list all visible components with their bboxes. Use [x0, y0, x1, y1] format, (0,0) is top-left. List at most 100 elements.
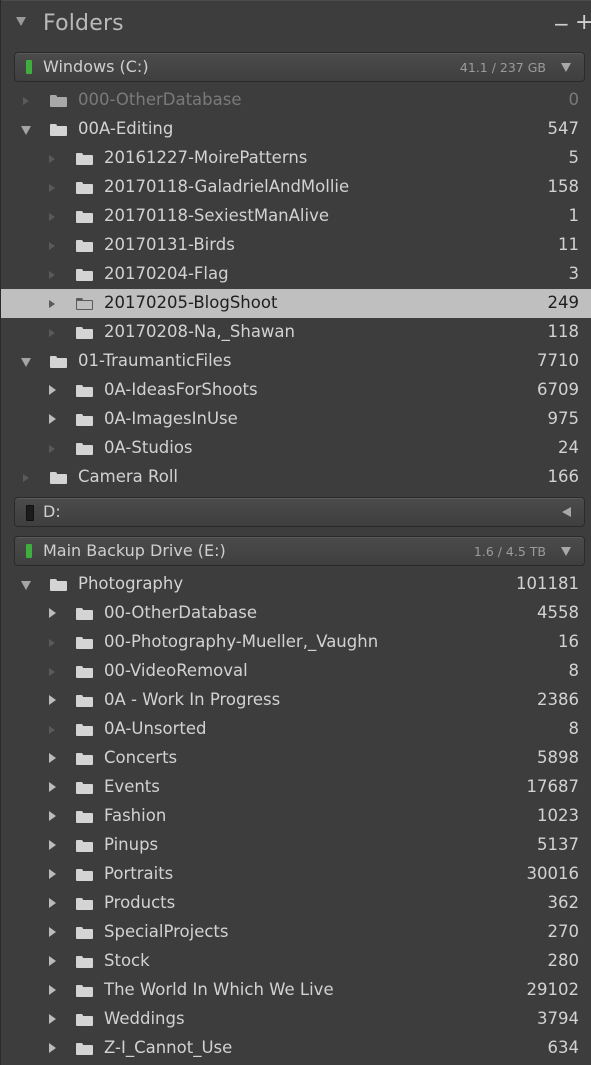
- photo-count: 166: [547, 467, 580, 486]
- folder-row[interactable]: Fashion 1023: [1, 802, 591, 831]
- collapsed-volume-icon[interactable]: [562, 507, 571, 517]
- disclosure-collapsed-icon[interactable]: [49, 385, 56, 395]
- collapse-panel-icon[interactable]: [16, 17, 26, 26]
- folder-name: Concerts: [104, 748, 178, 767]
- disclosure-empty-icon[interactable]: [49, 300, 55, 308]
- disclosure-empty-icon[interactable]: [49, 213, 55, 221]
- photo-count: 4558: [537, 603, 579, 622]
- folder-row[interactable]: SpecialProjects 270: [1, 918, 591, 947]
- folder-icon: [76, 753, 93, 765]
- folder-row[interactable]: 00A-Editing 547: [1, 115, 591, 144]
- folder-name: Events: [104, 777, 160, 796]
- disclosure-collapsed-icon[interactable]: [49, 414, 56, 424]
- folder-row[interactable]: 20161227-MoirePatterns 5: [1, 144, 591, 173]
- disclosure-collapsed-icon[interactable]: [49, 985, 56, 995]
- photo-count: 280: [547, 951, 580, 970]
- photo-count: 5898: [537, 748, 579, 767]
- disclosure-empty-icon[interactable]: [49, 155, 55, 163]
- disclosure-collapsed-icon[interactable]: [49, 898, 56, 908]
- folder-row[interactable]: 000-OtherDatabase 0: [1, 86, 591, 115]
- volume-header[interactable]: Windows (C:) 41.1 / 237 GB: [14, 52, 585, 82]
- expand-volume-icon[interactable]: [561, 63, 571, 72]
- photo-count: 7710: [537, 351, 579, 370]
- disclosure-empty-icon[interactable]: [23, 474, 29, 482]
- folder-icon: [76, 211, 93, 223]
- folder-name: 00-VideoRemoval: [104, 661, 248, 680]
- disclosure-empty-icon[interactable]: [49, 668, 55, 676]
- disclosure-expanded-icon[interactable]: [21, 581, 31, 590]
- folder-icon: [76, 782, 93, 794]
- folder-row[interactable]: 20170131-Birds 11: [1, 231, 591, 260]
- disclosure-collapsed-icon[interactable]: [49, 1014, 56, 1024]
- disclosure-collapsed-icon[interactable]: [49, 753, 56, 763]
- folder-name: SpecialProjects: [104, 922, 229, 941]
- folder-icon: [76, 327, 93, 339]
- folder-name: 20170118-SexiestManAlive: [104, 206, 330, 225]
- folder-row[interactable]: 20170118-SexiestManAlive 1: [1, 202, 591, 231]
- folder-row[interactable]: 20170204-Flag 3: [1, 260, 591, 289]
- disclosure-empty-icon[interactable]: [49, 639, 55, 647]
- folder-icon: [76, 269, 93, 281]
- expand-volume-icon[interactable]: [561, 547, 571, 556]
- volume-header[interactable]: D:: [14, 497, 585, 527]
- folders-panel: Folders − + Windows (C:)41.1 / 237 GB 000…: [0, 0, 591, 1065]
- folder-row[interactable]: The World In Which We Live 29102: [1, 976, 591, 1005]
- disclosure-collapsed-icon[interactable]: [49, 811, 56, 821]
- folder-row[interactable]: 20170208-Na,_Shawan 118: [1, 318, 591, 347]
- folder-row[interactable]: 0A-Unsorted 8: [1, 715, 591, 744]
- folder-row[interactable]: 0A-ImagesInUse 975: [1, 405, 591, 434]
- disclosure-expanded-icon[interactable]: [21, 358, 31, 367]
- disclosure-collapsed-icon[interactable]: [49, 695, 56, 705]
- folder-row[interactable]: 00-Photography-Mueller,_Vaughn 16: [1, 628, 591, 657]
- folder-icon: [76, 956, 93, 968]
- folder-row[interactable]: Camera Roll 166: [1, 463, 591, 492]
- disclosure-expanded-icon[interactable]: [21, 126, 31, 135]
- folder-row[interactable]: 20170205-BlogShoot 249: [1, 289, 591, 318]
- disclosure-collapsed-icon[interactable]: [49, 1043, 56, 1053]
- folder-name: 0A-ImagesInUse: [104, 409, 238, 428]
- disclosure-empty-icon[interactable]: [49, 329, 55, 337]
- folder-icon: [50, 579, 67, 591]
- folder-row[interactable]: Concerts 5898: [1, 744, 591, 773]
- disclosure-empty-icon[interactable]: [49, 271, 55, 279]
- folder-row[interactable]: Pinups 5137: [1, 831, 591, 860]
- folder-row[interactable]: 00-OtherDatabase 4558: [1, 599, 591, 628]
- folder-row[interactable]: Weddings 3794: [1, 1005, 591, 1034]
- disclosure-collapsed-icon[interactable]: [49, 927, 56, 937]
- disclosure-collapsed-icon[interactable]: [49, 956, 56, 966]
- disclosure-collapsed-icon[interactable]: [49, 869, 56, 879]
- disclosure-collapsed-icon[interactable]: [49, 608, 56, 618]
- folder-row[interactable]: 00-VideoRemoval 8: [1, 657, 591, 686]
- folder-row[interactable]: 0A-IdeasForShoots 6709: [1, 376, 591, 405]
- volume-usage: 41.1 / 237 GB: [459, 60, 546, 75]
- folder-row[interactable]: 20170118-GaladrielAndMollie 158: [1, 173, 591, 202]
- folder-row[interactable]: 01-TraumanticFiles 7710: [1, 347, 591, 376]
- folder-row[interactable]: Photography 101181: [1, 570, 591, 599]
- photo-count: 362: [547, 893, 580, 912]
- remove-folder-button[interactable]: −: [553, 12, 570, 36]
- volume-name: D:: [43, 502, 61, 521]
- disclosure-empty-icon[interactable]: [49, 184, 55, 192]
- disclosure-collapsed-icon[interactable]: [49, 782, 56, 792]
- folder-row[interactable]: Events 17687: [1, 773, 591, 802]
- folder-icon: [76, 724, 93, 736]
- folder-row[interactable]: Products 362: [1, 889, 591, 918]
- folder-row[interactable]: Z-I_Cannot_Use 634: [1, 1034, 591, 1063]
- folders-panel-header[interactable]: Folders − +: [1, 0, 591, 46]
- folder-name: 0A-Studios: [104, 438, 193, 457]
- folder-row[interactable]: Portraits 30016: [1, 860, 591, 889]
- disclosure-empty-icon[interactable]: [49, 445, 55, 453]
- folder-name: 01-TraumanticFiles: [78, 351, 232, 370]
- disclosure-collapsed-icon[interactable]: [49, 840, 56, 850]
- disclosure-empty-icon[interactable]: [49, 726, 55, 734]
- disclosure-empty-icon[interactable]: [49, 242, 55, 250]
- add-folder-button[interactable]: +: [575, 10, 591, 35]
- folder-icon: [76, 840, 93, 852]
- disclosure-empty-icon[interactable]: [23, 97, 29, 105]
- folder-row[interactable]: 0A-Studios 24: [1, 434, 591, 463]
- photo-count: 2386: [537, 690, 579, 709]
- volume-header[interactable]: Main Backup Drive (E:) 1.6 / 4.5 TB: [14, 536, 585, 566]
- folder-row[interactable]: 0A - Work In Progress 2386: [1, 686, 591, 715]
- folder-icon: [50, 95, 67, 107]
- folder-row[interactable]: Stock 280: [1, 947, 591, 976]
